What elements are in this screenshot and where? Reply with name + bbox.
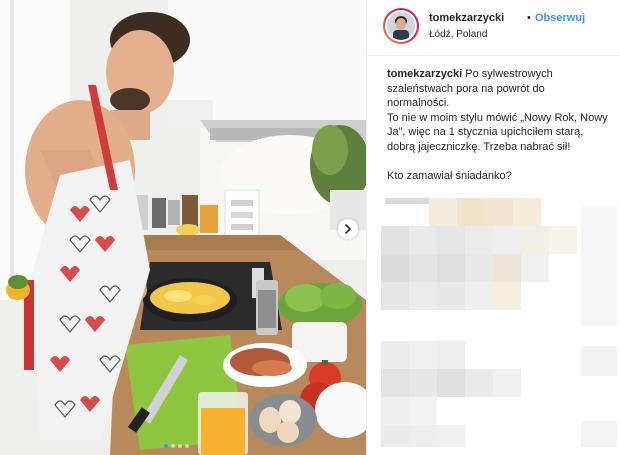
user-avatar-icon bbox=[387, 12, 415, 40]
carousel-dot bbox=[171, 444, 175, 448]
caption-text: Kto zamawiał śniadanko? bbox=[387, 170, 512, 183]
post-header: tomekzarzycki • Obserwuj Łódź, Poland bbox=[367, 0, 620, 56]
carousel-dot bbox=[185, 444, 189, 448]
caption-text: To nie w moim stylu mówić „Nowy Rok, Now… bbox=[387, 111, 608, 153]
carousel-dot bbox=[178, 444, 182, 448]
follow-button[interactable]: Obserwuj bbox=[535, 12, 585, 24]
chevron-right-icon bbox=[345, 224, 352, 234]
avatar-image bbox=[387, 12, 415, 40]
location-link[interactable]: Łódź, Poland bbox=[429, 29, 487, 40]
post-side-panel: tomekzarzycki • Obserwuj Łódź, Poland to… bbox=[366, 0, 620, 455]
separator-dot: • bbox=[527, 12, 531, 24]
carousel-dot bbox=[164, 444, 168, 448]
carousel-indicator bbox=[164, 444, 189, 448]
post-photo[interactable] bbox=[0, 0, 366, 455]
kitchen-scene bbox=[0, 0, 366, 455]
comments-blurred bbox=[381, 196, 620, 455]
caption-username-link[interactable]: tomekzarzycki bbox=[387, 68, 462, 80]
post-caption: tomekzarzycki Po sylwestrowych szaleństw… bbox=[387, 67, 609, 198]
avatar[interactable] bbox=[383, 8, 419, 44]
carousel-next-button[interactable] bbox=[338, 219, 358, 239]
username-link[interactable]: tomekzarzycki bbox=[429, 12, 504, 24]
